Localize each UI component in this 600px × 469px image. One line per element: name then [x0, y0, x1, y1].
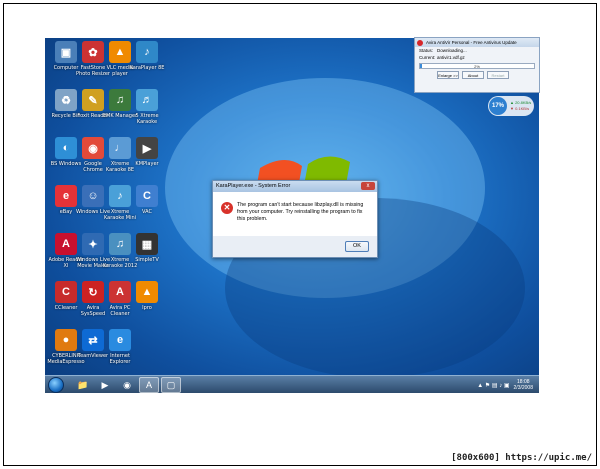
error-dialog-titlebar[interactable]: KaraPlayer.exe - System Error x — [213, 181, 377, 192]
avira-logo-icon — [417, 39, 423, 46]
taskbar-karaplayer-icon[interactable]: ▢ — [161, 377, 181, 393]
download-rate: ▼ 0.1KB/s — [510, 106, 530, 111]
avira-status-value: Downloading... — [437, 48, 467, 53]
vac-icon: C — [136, 185, 158, 207]
desktop-shortcut-label: SimpleTV — [135, 257, 159, 263]
desktop-shortcut[interactable]: ▶ KMPlayer — [128, 137, 166, 167]
taskbar-avira-icon[interactable]: A — [139, 377, 159, 393]
desktop-shortcut[interactable]: ♪ KaraPlayer 8E — [128, 41, 166, 71]
desktop-shortcut-label: KaraPlayer 8E — [129, 65, 165, 71]
system-tray: ▲ ⚑ ▤ ♪ ▣ 18:08 2/3/2008 — [477, 377, 533, 393]
tray-icons[interactable]: ▲ ⚑ ▤ ♪ ▣ — [477, 382, 509, 389]
simpletv-icon: ▦ — [136, 233, 158, 255]
watermark: [800x600] https://upic.me/ — [451, 453, 592, 463]
error-dialog[interactable]: KaraPlayer.exe - System Error x ✕ The pr… — [212, 180, 378, 258]
avira-progress-text: 2% — [474, 64, 480, 69]
desktop-shortcut[interactable]: e Internet Explorer — [101, 329, 139, 365]
clock-date: 2/3/2008 — [513, 385, 533, 391]
taskbar-chrome-icon[interactable]: ◉ — [117, 377, 137, 393]
internet-explorer-icon: e — [109, 329, 131, 351]
error-icon: ✕ — [221, 202, 233, 214]
start-button[interactable] — [48, 377, 64, 393]
error-dialog-body: ✕ The program can't start because libzpl… — [213, 192, 377, 236]
karaplayer-icon: ♪ — [136, 41, 158, 63]
avira-buttons: Enlarge >> About Restart — [415, 71, 539, 79]
avira-status-key: Status: — [419, 48, 434, 53]
desktop-shortcut-label: 5 Xtreme Karaoke — [135, 113, 159, 125]
avira-title: Avira AntiVir Personal - Free Antivirus … — [426, 40, 517, 45]
desktop-shortcut[interactable]: C VAC — [128, 185, 166, 215]
avira-current-row: Current: antivir1.vdf.gz — [415, 54, 539, 61]
taskbar-media-player-icon[interactable]: ▶ — [95, 377, 115, 393]
desktop-shortcut-label: VAC — [142, 209, 152, 215]
avira-current-key: Current: — [419, 55, 436, 60]
avira-progress-bar: 2% — [419, 63, 535, 69]
avira-current-value: antivir1.vdf.gz — [437, 55, 465, 60]
kmplayer-icon: ▶ — [136, 137, 158, 159]
network-meter[interactable]: 17% ▲ 20.8KB/s ▼ 0.1KB/s — [488, 96, 534, 116]
avira-status-row: Status: Downloading... — [415, 47, 539, 54]
about-button[interactable]: About — [462, 71, 484, 79]
desktop-shortcut[interactable]: ▲ Ipro — [128, 281, 166, 311]
error-dialog-title: KaraPlayer.exe - System Error — [216, 183, 291, 189]
desktop-shortcut-label: KMPlayer — [135, 161, 159, 167]
network-meter-percent: 17% — [489, 97, 507, 115]
desktop-shortcut-label: Internet Explorer — [109, 353, 131, 365]
network-rates: ▲ 20.8KB/s ▼ 0.1KB/s — [510, 100, 531, 112]
ok-button[interactable]: OK — [345, 241, 369, 252]
desktop-shortcut-label: Ipro — [142, 305, 152, 311]
xtreme-karaoke-icon: ♬ — [136, 89, 158, 111]
taskbar: 📁 ▶ ◉ A ▢ ▲ ⚑ ▤ ♪ ▣ 18:08 2/3/2008 — [45, 375, 539, 393]
desktop-shortcut[interactable]: ♬ 5 Xtreme Karaoke — [128, 89, 166, 125]
enlarge-button[interactable]: Enlarge >> — [437, 71, 459, 79]
clock[interactable]: 18:08 2/3/2008 — [514, 379, 533, 391]
restart-button: Restart — [487, 71, 509, 79]
error-message: The program can't start because libzplay… — [237, 202, 364, 222]
avira-titlebar[interactable]: Avira AntiVir Personal - Free Antivirus … — [415, 38, 539, 47]
desktop-shortcut[interactable]: ▦ SimpleTV — [128, 233, 166, 263]
ipro-icon: ▲ — [136, 281, 158, 303]
avira-update-window[interactable]: Avira AntiVir Personal - Free Antivirus … — [414, 37, 540, 93]
error-dialog-footer: OK — [213, 236, 377, 257]
taskbar-explorer-icon[interactable]: 📁 — [73, 377, 93, 393]
close-icon[interactable]: x — [361, 182, 375, 190]
